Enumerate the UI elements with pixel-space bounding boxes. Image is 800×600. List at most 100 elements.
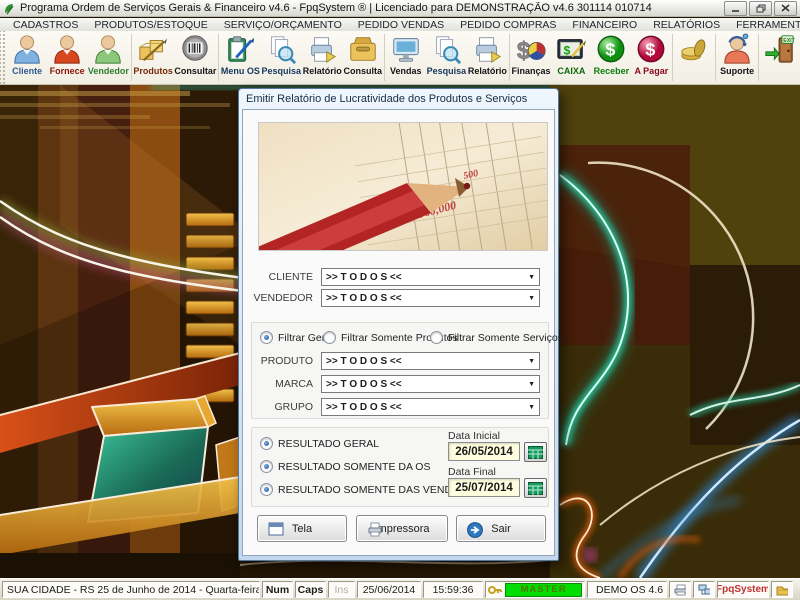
toolbar-relatorio-os-button[interactable]: Relatório [302,31,343,84]
data-final-calendar-button[interactable] [524,478,547,498]
status-printer[interactable] [669,581,691,598]
dialog-body: 500 000 360,000 4,300 86,2 CLIENTE >> T … [242,109,555,556]
toolbar-separator [672,34,673,81]
calendar-icon [528,446,543,459]
client-person-icon [11,33,43,65]
menu-relatorios[interactable]: RELATÓRIOS [645,19,728,31]
toolbar-a-pagar-button[interactable]: $ A Pagar [631,31,671,84]
vendedor-combobox[interactable]: >> T O D O S << ▼ [321,289,540,307]
cliente-label: CLIENTE [243,268,313,286]
status-caps-lock: Caps [295,581,326,598]
report-printer-icon [471,33,503,65]
status-folder[interactable] [771,581,793,598]
calendar-icon [528,482,543,495]
printer-icon [367,522,383,537]
svg-text:$: $ [564,44,571,58]
status-brand: FpqSystem [717,581,769,598]
marca-combobox[interactable]: >> T O D O S << ▼ [321,375,540,393]
close-button[interactable] [774,1,797,16]
data-inicial-field[interactable]: 26/05/2014 [448,442,520,461]
result-radio-somente-vendas[interactable]: RESULTADO SOMENTE DAS VENDAS [260,483,466,496]
grupo-label: GRUPO [243,398,313,416]
data-final-field[interactable]: 25/07/2014 [448,478,520,497]
result-radio-somente-os[interactable]: RESULTADO SOMENTE DA OS [260,460,430,473]
toolbar-caixa-button[interactable]: $ CAIXA [551,31,591,84]
menubar: CADASTROS PRODUTOS/ESTOQUE SERVIÇO/ORÇAM… [0,18,800,31]
toolbar-relatorio-vendas-button[interactable]: Relatório [467,31,508,84]
toolbar-consultar-button[interactable]: Consultar [174,31,217,84]
sales-monitor-icon [390,33,422,65]
vendedor-label: VENDEDOR [243,289,313,307]
menu-financeiro[interactable]: FINANCEIRO [564,19,645,31]
window-titlebar: Programa Ordem de Serviços Gerais & Fina… [0,0,800,17]
radio-indicator [323,331,336,344]
menu-servico-orcamento[interactable]: SERVIÇO/ORÇAMENTO [216,19,350,31]
barcode-icon [179,33,211,65]
printer-icon [674,584,686,596]
main-toolbar: Cliente Fornece Vendedor Produtos [0,31,800,85]
status-location: SUA CIDADE - RS 25 de Junho de 2014 - Qu… [2,581,260,598]
toolbar-separator [218,34,219,81]
status-user: MASTER [485,581,585,598]
status-time: 15:59:36 [423,581,483,598]
toolbar-receber-button[interactable]: $ Receber [591,31,631,84]
window-title: Programa Ordem de Serviços Gerais & Fina… [20,2,720,14]
toolbar-vendedor-button[interactable]: Vendedor [87,31,130,84]
impressora-button[interactable]: Impressora [356,515,448,542]
menu-produtos-estoque[interactable]: PRODUTOS/ESTOQUE [86,19,215,31]
chevron-down-icon: ▼ [528,358,535,365]
status-network[interactable] [693,581,715,598]
folder-icon [776,584,788,596]
toolbar-vendas-button[interactable]: Vendas [386,31,426,84]
restore-button[interactable] [749,1,772,16]
radio-indicator [430,331,443,344]
network-icon [698,584,710,596]
data-inicial-calendar-button[interactable] [524,442,547,462]
seller-person-icon [92,33,124,65]
toolbar-coins-button[interactable] [674,31,714,84]
data-inicial-label: Data Inicial [448,430,500,442]
service-order-clipboard-icon [224,33,256,65]
archive-drawer-icon [347,33,379,65]
radio-indicator [260,460,273,473]
menu-pedido-vendas[interactable]: PEDIDO VENDAS [350,19,452,31]
tela-button[interactable]: Tela [257,515,347,542]
toolbar-separator [384,34,385,81]
screen-window-icon [268,522,284,536]
toolbar-consulta-os-button[interactable]: Consulta [343,31,383,84]
toolbar-pesquisa-os-button[interactable]: Pesquisa [261,31,302,84]
grupo-combobox[interactable]: >> T O D O S << ▼ [321,398,540,416]
minimize-button[interactable] [724,1,747,16]
toolbar-pesquisa-vendas-button[interactable]: Pesquisa [426,31,467,84]
toolbar-produtos-button[interactable]: Produtos [133,31,174,84]
toolbar-suporte-button[interactable]: Suporte [717,31,757,84]
radio-indicator [260,437,273,450]
toolbar-menu-os-button[interactable]: Menu OS [220,31,261,84]
dialog-titlebar[interactable]: Emitir Relatório de Lucratividade dos Pr… [242,89,555,109]
toolbar-separator [131,34,132,81]
toolbar-financas-button[interactable]: $ Finanças [511,31,552,84]
menu-ferramentas[interactable]: FERRAMENTAS [728,19,800,31]
toolbar-exit-button[interactable]: EXIT [760,31,800,84]
produto-label: PRODUTO [243,352,313,370]
search-pages-icon [430,33,462,65]
cliente-combobox[interactable]: >> T O D O S << ▼ [321,268,540,286]
toolbar-grip [0,31,7,84]
exit-door-icon: EXIT [764,33,796,65]
status-num-lock: Num [262,581,293,598]
toolbar-cliente-button[interactable]: Cliente [7,31,47,84]
produto-combobox[interactable]: >> T O D O S << ▼ [321,352,540,370]
menu-pedido-compras[interactable]: PEDIDO COMPRAS [452,19,564,31]
result-radio-geral[interactable]: RESULTADO GERAL [260,437,379,450]
toolbar-fornecedor-button[interactable]: Fornece [47,31,87,84]
support-agent-icon [721,33,753,65]
menu-cadastros[interactable]: CADASTROS [5,19,86,31]
status-date: 25/06/2014 [357,581,421,598]
filter-radio-somente-servicos[interactable]: Filtrar Somente Serviços [430,331,563,344]
report-printer-icon [306,33,338,65]
app-icon [3,2,16,15]
status-insert: Ins [328,581,355,598]
data-final-label: Data Final [448,466,496,478]
dialog-header-photo: 500 000 360,000 4,300 86,2 [258,122,548,251]
sair-button[interactable]: Sair [456,515,546,542]
